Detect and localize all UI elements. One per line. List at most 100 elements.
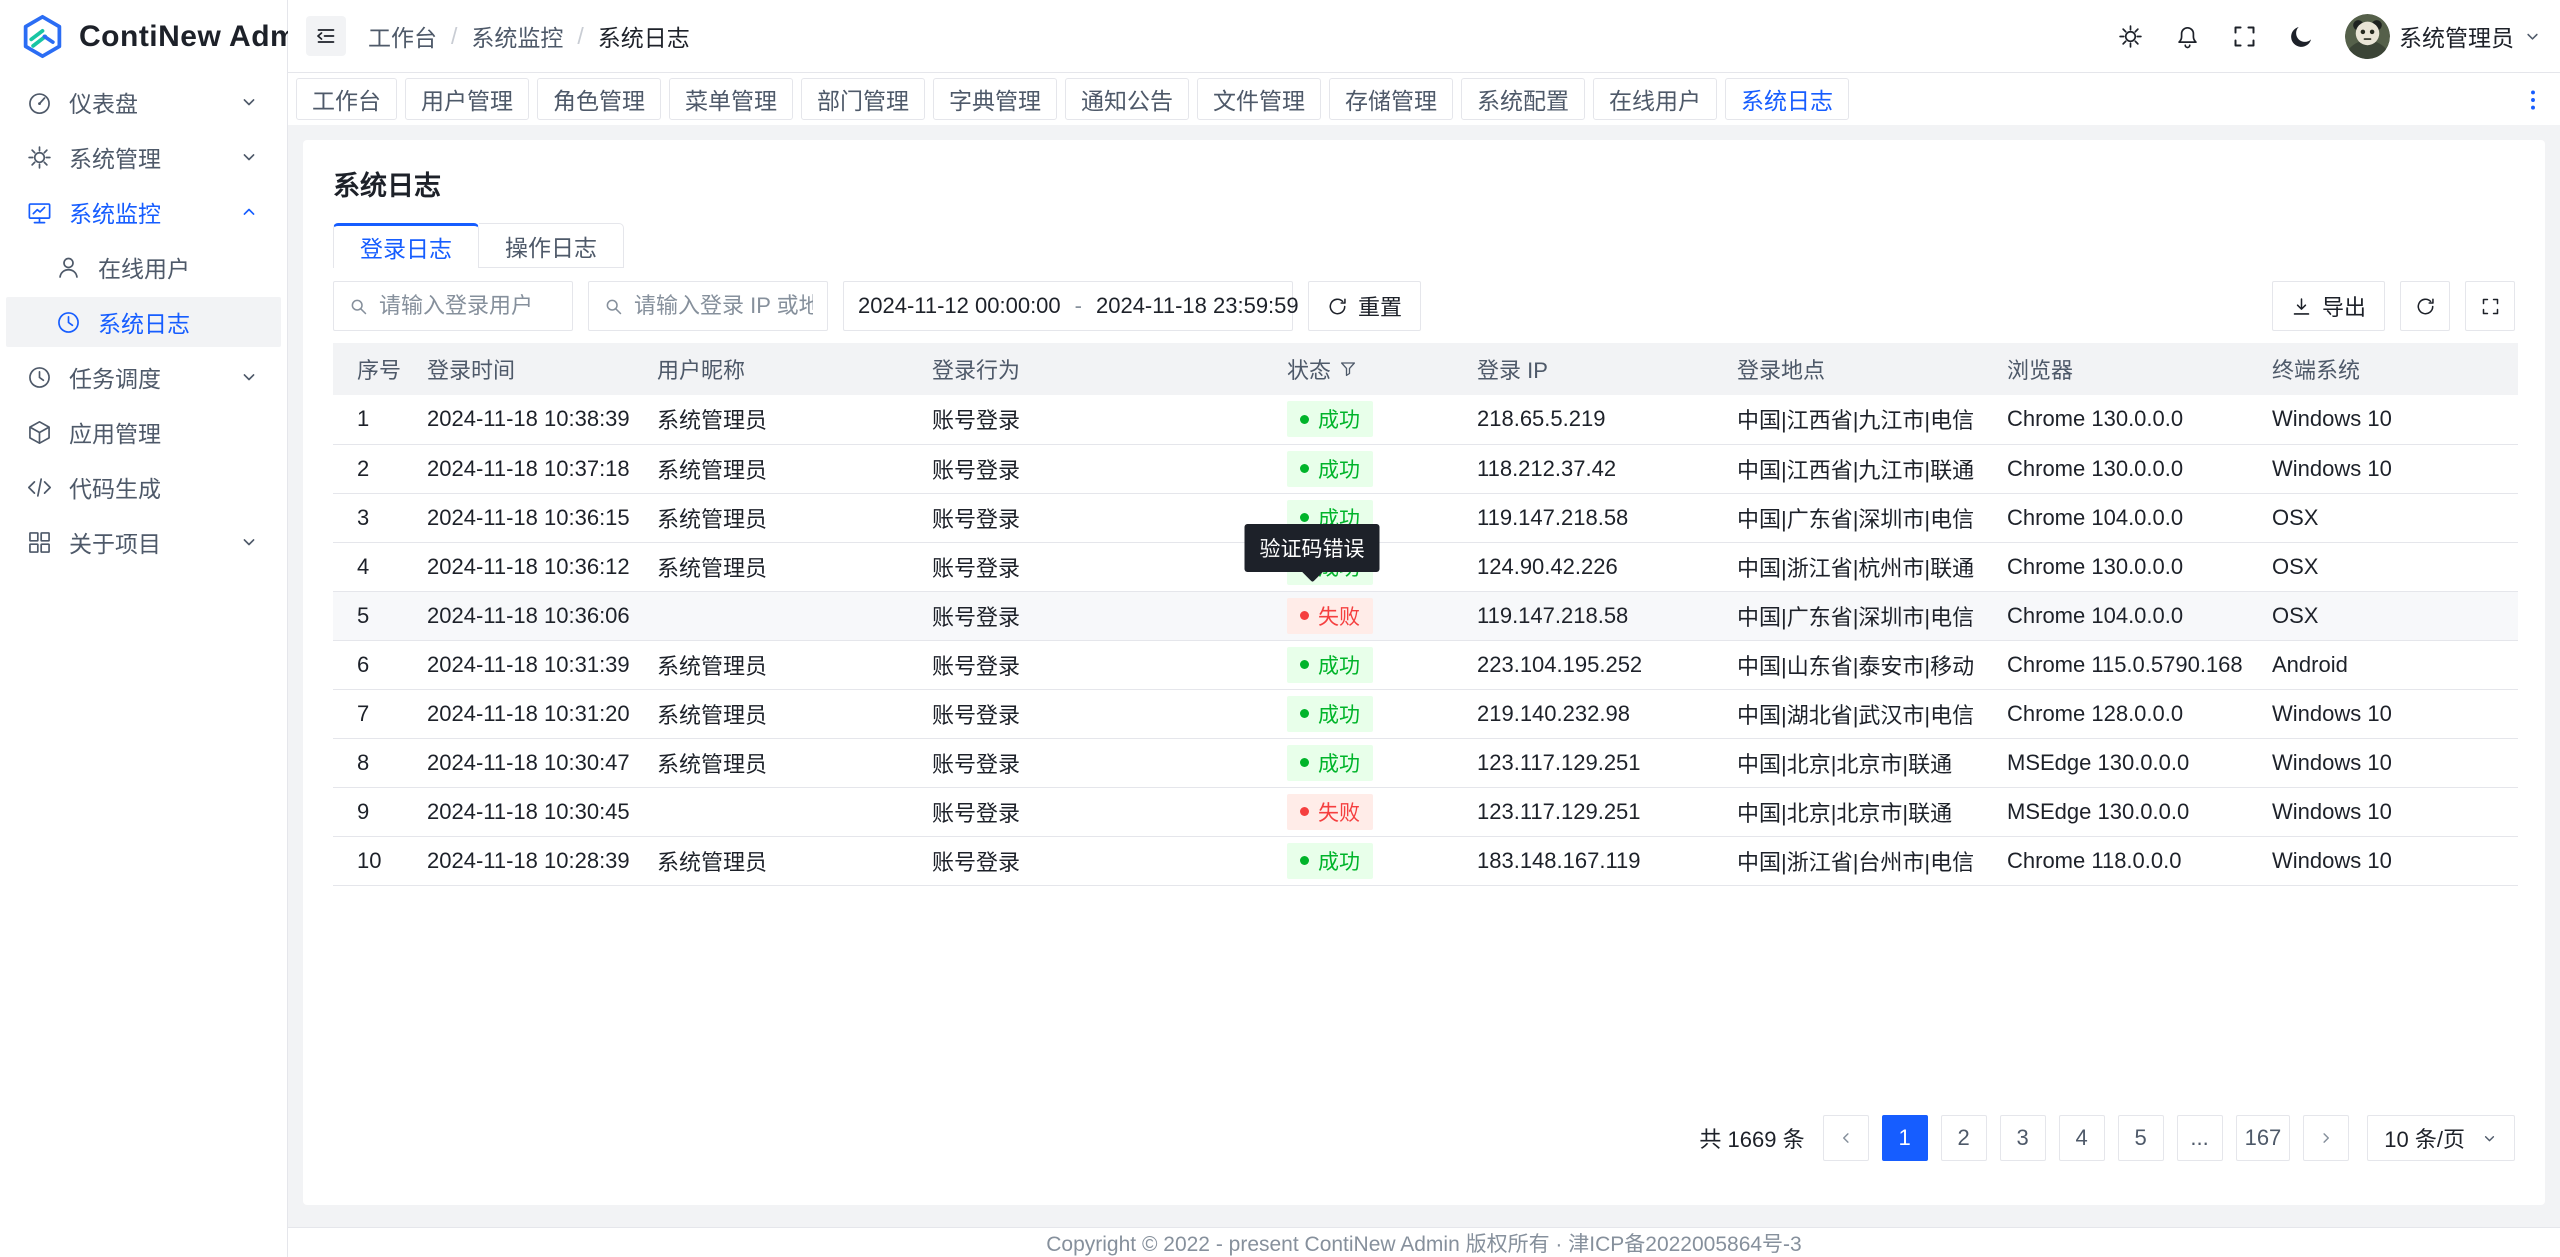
- sidebar-item-code-generation[interactable]: 代码生成: [6, 462, 281, 512]
- chevron-down-icon: [239, 367, 259, 387]
- table-row[interactable]: 2 2024-11-18 10:37:18 系统管理员 账号登录 成功 118.…: [333, 444, 2518, 493]
- sidebar-item-task-scheduling[interactable]: 任务调度: [6, 352, 281, 402]
- dark-mode-moon-icon[interactable]: [2288, 23, 2315, 50]
- cell-ip: 183.148.167.119: [1453, 836, 1713, 885]
- sidebar-item-label: 系统监控: [69, 195, 239, 229]
- settings-gear-icon[interactable]: [2117, 23, 2144, 50]
- sidebar-item-app-management[interactable]: 应用管理: [6, 407, 281, 457]
- logo-icon: [20, 14, 65, 59]
- table-row[interactable]: 4 2024-11-18 10:36:12 系统管理员 账号登录 成功 124.…: [333, 542, 2518, 591]
- tab-dict-management[interactable]: 字典管理: [933, 78, 1057, 120]
- col-header-nickname: 用户昵称: [633, 343, 908, 395]
- pagination-page-button[interactable]: 3: [2000, 1115, 2046, 1161]
- pagination-page-button[interactable]: 4: [2059, 1115, 2105, 1161]
- tabs-more-icon[interactable]: [2520, 87, 2546, 113]
- tab-menu-management[interactable]: 菜单管理: [669, 78, 793, 120]
- filter-funnel-icon[interactable]: [1339, 360, 1357, 378]
- table-row[interactable]: 8 2024-11-18 10:30:47 系统管理员 账号登录 成功 123.…: [333, 738, 2518, 787]
- search-user-input[interactable]: [379, 293, 558, 319]
- pagination-prev-button[interactable]: [1823, 1115, 1869, 1161]
- table-row[interactable]: 5 2024-11-18 10:36:06 账号登录 失败 119.147.21…: [333, 591, 2518, 640]
- cell-nickname: 系统管理员: [633, 542, 908, 591]
- reset-button[interactable]: 重置: [1308, 281, 1421, 331]
- pagination-next-button[interactable]: [2303, 1115, 2349, 1161]
- sidebar-item-system-monitor[interactable]: 系统监控: [6, 187, 281, 237]
- table-row[interactable]: 9 2024-11-18 10:30:45 账号登录 失败 123.117.12…: [333, 787, 2518, 836]
- tab-role-management[interactable]: 角色管理: [537, 78, 661, 120]
- cell-ip: 123.117.129.251: [1453, 738, 1713, 787]
- cell-os: Windows 10: [2248, 689, 2518, 738]
- gear-icon: [26, 144, 53, 171]
- tab-system-config[interactable]: 系统配置: [1461, 78, 1585, 120]
- pagination-page-button[interactable]: 1: [1882, 1115, 1928, 1161]
- search-icon: [603, 296, 624, 317]
- pagination-page-button[interactable]: 5: [2118, 1115, 2164, 1161]
- date-range-picker[interactable]: 2024-11-12 00:00:00 - 2024-11-18 23:59:5…: [843, 281, 1293, 331]
- search-icon: [348, 296, 369, 317]
- sidebar-item-online-users[interactable]: 在线用户: [6, 242, 281, 292]
- breadcrumb-item[interactable]: 工作台: [368, 19, 437, 53]
- status-dot-icon: [1300, 513, 1309, 522]
- status-dot-icon: [1300, 709, 1309, 718]
- tab-login-log[interactable]: 登录日志: [333, 223, 479, 268]
- tab-user-management[interactable]: 用户管理: [405, 78, 529, 120]
- status-label: 成功: [1318, 650, 1360, 680]
- cell-no: 9: [333, 787, 403, 836]
- table-row[interactable]: 3 2024-11-18 10:36:15 系统管理员 账号登录 成功 119.…: [333, 493, 2518, 542]
- tab-storage-management[interactable]: 存储管理: [1329, 78, 1453, 120]
- tab-online-users[interactable]: 在线用户: [1593, 78, 1717, 120]
- cell-browser: MSEdge 130.0.0.0: [1983, 738, 2248, 787]
- sidebar-item-dashboard[interactable]: 仪表盘: [6, 77, 281, 127]
- status-label: 成功: [1318, 454, 1360, 484]
- col-header-time: 登录时间: [403, 343, 633, 395]
- cell-browser: Chrome 130.0.0.0: [1983, 395, 2248, 444]
- sidebar-collapse-button[interactable]: [306, 16, 346, 56]
- logo[interactable]: ContiNew Admin: [0, 0, 287, 73]
- status-badge[interactable]: 失败: [1287, 598, 1373, 634]
- fullscreen-table-button[interactable]: [2465, 281, 2515, 331]
- tab-file-management[interactable]: 文件管理: [1197, 78, 1321, 120]
- pagination-page-button[interactable]: 167: [2236, 1115, 2291, 1161]
- refresh-table-button[interactable]: [2400, 281, 2450, 331]
- tab-label: 系统日志: [1741, 82, 1833, 116]
- tab-operation-log[interactable]: 操作日志: [479, 223, 624, 268]
- cell-browser: Chrome 130.0.0.0: [1983, 542, 2248, 591]
- tab-system-log[interactable]: 系统日志: [1725, 78, 1849, 120]
- cell-status: 失败: [1263, 591, 1453, 640]
- cell-behavior: 账号登录: [908, 542, 1263, 591]
- chevron-down-icon: [2523, 27, 2542, 46]
- login-log-table: 序号 登录时间 用户昵称 登录行为 状态 登录 IP 登录地点 浏览器 终端系: [333, 343, 2518, 886]
- sidebar-item-system-management[interactable]: 系统管理: [6, 132, 281, 182]
- export-button[interactable]: 导出: [2272, 281, 2385, 331]
- tab-dept-management[interactable]: 部门管理: [801, 78, 925, 120]
- status-badge: 成功: [1287, 401, 1373, 437]
- user-menu[interactable]: 系统管理员: [2345, 14, 2542, 59]
- cell-nickname: 系统管理员: [633, 836, 908, 885]
- sidebar-item-about-project[interactable]: 关于项目: [6, 517, 281, 567]
- page-size-select[interactable]: 10 条/页: [2367, 1115, 2515, 1161]
- tab-label: 系统配置: [1477, 82, 1569, 116]
- breadcrumb: 工作台 / 系统监控 / 系统日志: [368, 19, 690, 53]
- table-row[interactable]: 10 2024-11-18 10:28:39 系统管理员 账号登录 成功 183…: [333, 836, 2518, 885]
- fullscreen-icon[interactable]: [2231, 23, 2258, 50]
- cell-nickname: 系统管理员: [633, 689, 908, 738]
- breadcrumb-item[interactable]: 系统监控: [471, 19, 563, 53]
- pagination-ellipsis-button[interactable]: ...: [2177, 1115, 2223, 1161]
- table-row[interactable]: 1 2024-11-18 10:38:39 系统管理员 账号登录 成功 218.…: [333, 395, 2518, 444]
- notification-bell-icon[interactable]: [2174, 23, 2201, 50]
- top-header: 工作台 / 系统监控 / 系统日志: [288, 0, 2560, 73]
- pagination-page-button[interactable]: 2: [1941, 1115, 1987, 1161]
- status-label: 失败: [1318, 797, 1360, 827]
- app-root: ContiNew Admin 仪表盘 系统管理 系统监控 在线用户: [0, 0, 2560, 1257]
- table-row[interactable]: 6 2024-11-18 10:31:39 系统管理员 账号登录 成功 223.…: [333, 640, 2518, 689]
- tab-notice[interactable]: 通知公告: [1065, 78, 1189, 120]
- tab-workbench[interactable]: 工作台: [296, 78, 397, 120]
- sidebar-item-system-log[interactable]: 系统日志: [6, 297, 281, 347]
- tab-label: 存储管理: [1345, 82, 1437, 116]
- chevron-right-icon: [2317, 1129, 2335, 1147]
- cell-browser: Chrome 115.0.5790.168: [1983, 640, 2248, 689]
- search-ip-input[interactable]: [634, 293, 813, 319]
- cell-behavior: 账号登录: [908, 444, 1263, 493]
- table-row[interactable]: 7 2024-11-18 10:31:20 系统管理员 账号登录 成功 219.…: [333, 689, 2518, 738]
- cell-os: Android: [2248, 640, 2518, 689]
